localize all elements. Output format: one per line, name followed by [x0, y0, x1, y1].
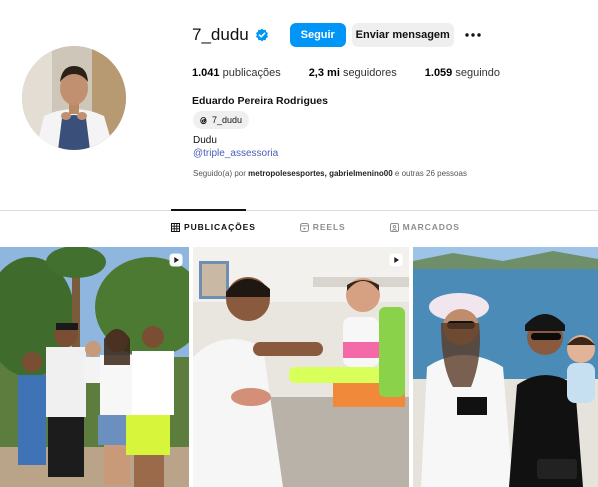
tab-reels[interactable]: REELS	[299, 222, 346, 232]
tab-posts-label: PUBLICAÇÕES	[184, 222, 256, 232]
avatar-image	[22, 46, 126, 150]
reels-icon	[299, 222, 309, 232]
reel-badge-icon	[389, 253, 403, 267]
tab-tagged[interactable]: MARCADOS	[389, 222, 460, 232]
posts-grid	[0, 247, 598, 487]
post-thumbnail-3[interactable]	[413, 247, 598, 487]
tagged-icon	[389, 222, 399, 232]
bio-text: Dudu	[193, 135, 217, 146]
followed-by-suffix: e outras 26 pessoas	[394, 169, 467, 178]
more-options-icon[interactable]	[464, 26, 482, 44]
bio-mention-link[interactable]: @triple_assessoria	[193, 148, 278, 159]
posts-stat: 1.041 publicações	[192, 67, 281, 79]
followed-by-prefix: Seguido(a) por	[193, 169, 246, 178]
post-image-3	[413, 247, 598, 487]
threads-handle: 7_dudu	[212, 115, 243, 125]
follow-button[interactable]: Seguir	[289, 23, 346, 47]
following-label: seguindo	[455, 67, 501, 79]
threads-icon	[198, 115, 209, 126]
followers-count: 2,3 mi	[308, 67, 340, 79]
profile-avatar[interactable]	[22, 46, 126, 150]
profile-tabs: PUBLICAÇÕES REELS MARCADOS	[171, 222, 504, 232]
following-count: 1.059	[424, 67, 453, 79]
followed-by[interactable]: Seguido(a) por metropolesesportes, gabri…	[193, 169, 467, 178]
tab-posts[interactable]: PUBLICAÇÕES	[171, 222, 256, 232]
active-tab-indicator	[171, 209, 246, 211]
posts-label: publicações	[222, 67, 281, 79]
reel-badge-icon	[169, 253, 183, 267]
full-name: Eduardo Pereira Rodrigues	[192, 95, 328, 107]
profile-header-row: 7_dudu Seguir Enviar mensagem	[192, 22, 482, 48]
followed-by-names: metropolesesportes, gabrielmenino00	[248, 169, 393, 178]
followers-label: seguidores	[342, 67, 397, 79]
followers-stat[interactable]: 2,3 mi seguidores	[309, 67, 397, 79]
post-image-1	[0, 247, 189, 487]
threads-link[interactable]: 7_dudu	[193, 111, 250, 129]
post-image-2	[193, 247, 409, 487]
tabs-divider	[0, 210, 598, 211]
grid-icon	[171, 222, 180, 232]
posts-count: 1.041	[192, 67, 220, 79]
following-stat[interactable]: 1.059 seguindo	[425, 67, 500, 79]
send-message-button[interactable]: Enviar mensagem	[351, 23, 454, 47]
post-thumbnail-1[interactable]	[0, 247, 189, 487]
verified-badge-icon	[255, 28, 269, 42]
tab-tagged-label: MARCADOS	[402, 222, 460, 232]
tab-reels-label: REELS	[312, 222, 346, 232]
profile-stats: 1.041 publicações 2,3 mi seguidores 1.05…	[192, 67, 528, 79]
username: 7_dudu	[192, 25, 249, 44]
post-thumbnail-2[interactable]	[193, 247, 409, 487]
